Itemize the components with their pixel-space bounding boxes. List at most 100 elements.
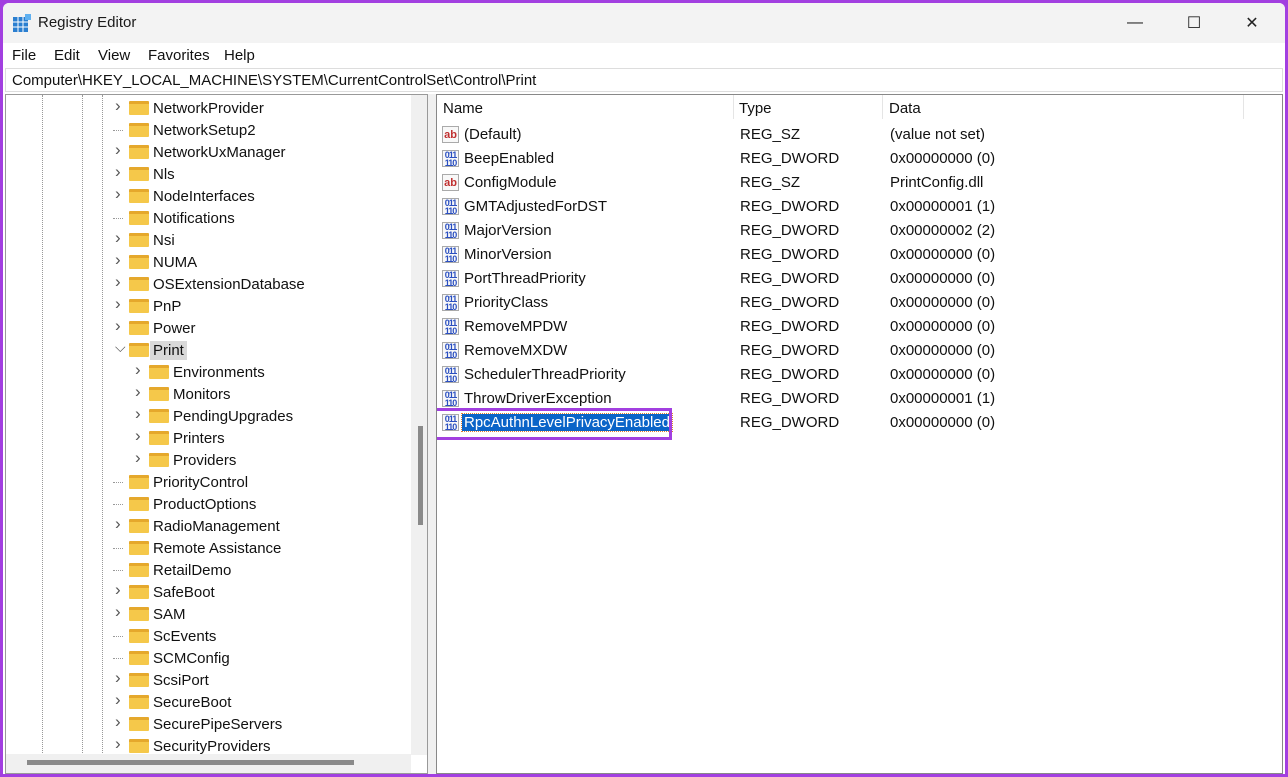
value-name: PriorityClass bbox=[464, 294, 549, 311]
folder-icon bbox=[129, 167, 149, 181]
column-divider[interactable] bbox=[882, 95, 883, 119]
binary-value-icon: 011 110 bbox=[442, 342, 459, 360]
tree-item[interactable]: ProductOptions bbox=[6, 493, 411, 515]
chevron-right-icon[interactable]: › bbox=[135, 382, 141, 402]
tree-item[interactable]: › NUMA bbox=[6, 250, 411, 273]
chevron-right-icon[interactable]: › bbox=[115, 250, 121, 270]
chevron-right-icon[interactable]: › bbox=[115, 184, 121, 204]
chevron-right-icon[interactable]: › bbox=[115, 228, 121, 248]
value-name: ThrowDriverException bbox=[464, 390, 612, 407]
tree-item[interactable]: › Nsi bbox=[6, 228, 411, 251]
scroll-thumb[interactable] bbox=[27, 760, 354, 765]
values-list-pane: Name Type Data ab (Default) REG_SZ (value n… bbox=[436, 94, 1283, 774]
chevron-right-icon[interactable]: › bbox=[115, 514, 121, 534]
value-row[interactable]: 011 110 RemoveMPDW REG_DWORD 0x00000000 (0) bbox=[437, 315, 1282, 339]
chevron-right-icon[interactable]: › bbox=[115, 602, 121, 622]
chevron-right-icon[interactable]: › bbox=[115, 96, 121, 116]
tree-item[interactable]: ScEvents bbox=[6, 625, 411, 647]
value-row[interactable]: 011 110 MinorVersion REG_DWORD 0x00000000 (0… bbox=[437, 243, 1282, 267]
menu-file[interactable]: File bbox=[12, 47, 36, 64]
chevron-right-icon[interactable]: › bbox=[115, 272, 121, 292]
menu-bar: File Edit View Favorites Help bbox=[3, 43, 1285, 67]
tree-item[interactable]: › NetworkUxManager bbox=[6, 140, 411, 163]
chevron-down-icon[interactable]: ⌵ bbox=[115, 339, 126, 356]
column-type[interactable]: Type bbox=[739, 100, 772, 117]
chevron-right-icon[interactable]: › bbox=[135, 448, 141, 468]
chevron-right-icon[interactable]: › bbox=[115, 580, 121, 600]
tree-item[interactable]: PriorityControl bbox=[6, 471, 411, 493]
close-button[interactable]: ✕ bbox=[1223, 3, 1281, 43]
chevron-right-icon[interactable]: › bbox=[115, 690, 121, 710]
minimize-button[interactable]: — bbox=[1106, 3, 1164, 43]
tree-item[interactable]: › SafeBoot bbox=[6, 580, 411, 603]
tree-item[interactable]: › RadioManagement bbox=[6, 514, 411, 537]
value-data: 0x00000001 (1) bbox=[890, 390, 996, 407]
tree-item[interactable]: › SecurePipeServers bbox=[6, 712, 411, 735]
tree-item[interactable]: › Power bbox=[6, 316, 411, 339]
tree-horizontal-scrollbar[interactable] bbox=[6, 754, 411, 773]
tree-item-label: Nsi bbox=[153, 231, 175, 249]
tree-item[interactable]: › NetworkProvider bbox=[6, 96, 411, 119]
tree-item-label: RadioManagement bbox=[153, 517, 280, 535]
chevron-right-icon[interactable]: › bbox=[115, 668, 121, 688]
chevron-right-icon[interactable]: › bbox=[115, 140, 121, 160]
column-name[interactable]: Name bbox=[443, 100, 483, 117]
chevron-right-icon[interactable]: › bbox=[135, 360, 141, 380]
tree-item[interactable]: › Environments bbox=[6, 360, 411, 383]
string-value-icon: ab bbox=[442, 126, 459, 143]
value-row[interactable]: 011 110 MajorVersion REG_DWORD 0x00000002 (2… bbox=[437, 219, 1282, 243]
value-row[interactable]: ab ConfigModule REG_SZ PrintConfig.dll bbox=[437, 171, 1282, 195]
value-row[interactable]: 011 110 BeepEnabled REG_DWORD 0x00000000 (0) bbox=[437, 147, 1282, 171]
value-row[interactable]: 011 110 SchedulerThreadPriority REG_DWORD 0x… bbox=[437, 363, 1282, 387]
tree-item[interactable]: SCMConfig bbox=[6, 647, 411, 669]
chevron-right-icon[interactable]: › bbox=[115, 294, 121, 314]
tree-item[interactable]: › NodeInterfaces bbox=[6, 184, 411, 207]
value-row[interactable]: 011 110 PriorityClass REG_DWORD 0x00000000 (… bbox=[437, 291, 1282, 315]
menu-view[interactable]: View bbox=[98, 47, 130, 64]
tree-item[interactable]: › Printers bbox=[6, 426, 411, 449]
tree-connector bbox=[113, 130, 123, 131]
tree-item[interactable]: › SecureBoot bbox=[6, 690, 411, 713]
value-row[interactable]: ab (Default) REG_SZ (value not set) bbox=[437, 123, 1282, 147]
tree-item[interactable]: › ScsiPort bbox=[6, 668, 411, 691]
column-data[interactable]: Data bbox=[889, 100, 921, 117]
string-value-icon: ab bbox=[442, 174, 459, 191]
tree-item[interactable]: NetworkSetup2 bbox=[6, 119, 411, 141]
column-divider[interactable] bbox=[1243, 95, 1244, 119]
tree-item[interactable]: › PendingUpgrades bbox=[6, 404, 411, 427]
tree-vertical-scrollbar[interactable] bbox=[411, 95, 427, 755]
key-tree-pane: › NetworkProvider NetworkSetup2 › NetworkUxM… bbox=[5, 94, 428, 774]
folder-icon bbox=[129, 563, 149, 577]
tree-item[interactable]: › Providers bbox=[6, 448, 411, 471]
chevron-right-icon[interactable]: › bbox=[135, 426, 141, 446]
pane-splitter[interactable] bbox=[428, 94, 436, 774]
address-bar[interactable]: Computer\HKEY_LOCAL_MACHINE\SYSTEM\Curre… bbox=[5, 68, 1283, 92]
value-row[interactable]: 011 110 RemoveMXDW REG_DWORD 0x00000000 (0) bbox=[437, 339, 1282, 363]
folder-icon bbox=[129, 585, 149, 599]
chevron-right-icon[interactable]: › bbox=[115, 316, 121, 336]
tree-item[interactable]: › OSExtensionDatabase bbox=[6, 272, 411, 295]
registry-editor-window: Registry Editor — ☐ ✕ File Edit View Fav… bbox=[3, 3, 1285, 774]
maximize-button[interactable]: ☐ bbox=[1165, 3, 1223, 43]
menu-edit[interactable]: Edit bbox=[54, 47, 80, 64]
column-divider[interactable] bbox=[733, 95, 734, 119]
value-row[interactable]: 011 110 PortThreadPriority REG_DWORD 0x00000… bbox=[437, 267, 1282, 291]
value-type: REG_DWORD bbox=[740, 198, 840, 215]
value-type: REG_SZ bbox=[740, 126, 801, 143]
menu-favorites[interactable]: Favorites bbox=[148, 47, 210, 64]
menu-help[interactable]: Help bbox=[224, 47, 255, 64]
tree-item[interactable]: Notifications bbox=[6, 207, 411, 229]
tree-item[interactable]: › SAM bbox=[6, 602, 411, 625]
value-row[interactable]: 011 110 GMTAdjustedForDST REG_DWORD 0x000000… bbox=[437, 195, 1282, 219]
chevron-right-icon[interactable]: › bbox=[115, 734, 121, 754]
chevron-right-icon[interactable]: › bbox=[115, 712, 121, 732]
tree-item[interactable]: Remote Assistance bbox=[6, 537, 411, 559]
tree-item[interactable]: › Monitors bbox=[6, 382, 411, 405]
tree-item[interactable]: ⌵ Print bbox=[6, 339, 411, 361]
tree-item[interactable]: › Nls bbox=[6, 162, 411, 185]
chevron-right-icon[interactable]: › bbox=[135, 404, 141, 424]
chevron-right-icon[interactable]: › bbox=[115, 162, 121, 182]
tree-item[interactable]: RetailDemo bbox=[6, 559, 411, 581]
scroll-thumb[interactable] bbox=[418, 426, 423, 525]
tree-item[interactable]: › PnP bbox=[6, 294, 411, 317]
